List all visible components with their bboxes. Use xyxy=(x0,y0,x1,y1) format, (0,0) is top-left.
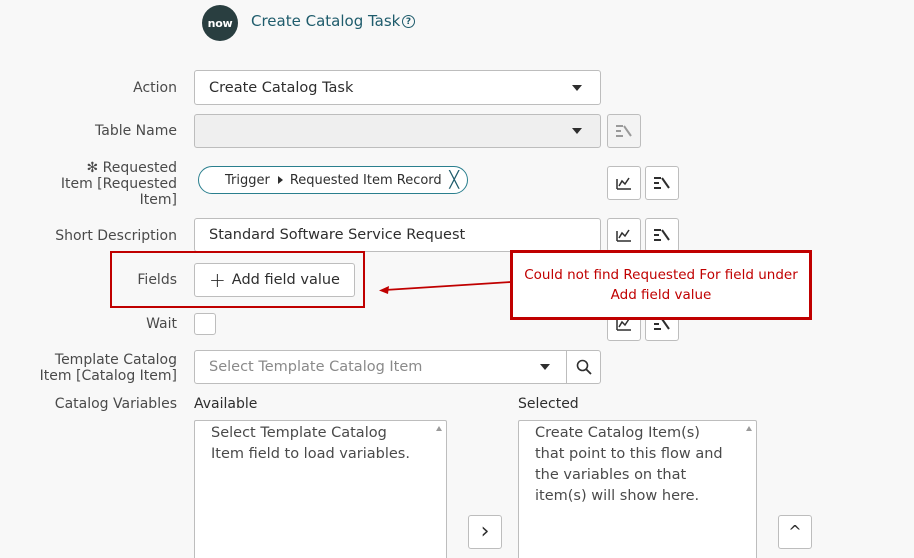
short-description-label: Short Description xyxy=(55,228,177,244)
chevron-down-icon xyxy=(572,84,582,91)
wait-label: Wait xyxy=(146,316,177,332)
chevron-down-icon xyxy=(540,364,550,370)
search-icon xyxy=(576,359,592,375)
pill-source: Trigger xyxy=(225,172,270,188)
template-catalog-item-select[interactable]: Select Template Catalog Item xyxy=(194,350,567,384)
chevron-down-icon xyxy=(572,128,582,134)
available-variables-list[interactable]: Select Template Catalog Item field to lo… xyxy=(194,420,447,558)
template-catalog-item-label: Template Catalog Item [Catalog Item] xyxy=(39,352,177,384)
script-icon xyxy=(616,177,631,190)
annotation-callout: Could not find Requested For field under… xyxy=(510,250,812,320)
plus-icon: + xyxy=(209,268,226,292)
page-title: Create Catalog Task xyxy=(251,12,401,30)
move-right-button[interactable]: › xyxy=(468,515,502,549)
table-name-label: Table Name xyxy=(95,123,177,139)
selected-label: Selected xyxy=(518,396,579,412)
available-label: Available xyxy=(194,396,258,412)
data-pill-picker-icon xyxy=(654,177,670,189)
chevron-up-icon: ^ xyxy=(788,522,802,541)
short-description-script-button[interactable] xyxy=(607,218,641,252)
fields-label: Fields xyxy=(137,272,177,288)
selected-variables-list[interactable]: Create Catalog Item(s) that point to thi… xyxy=(518,420,757,558)
table-name-picker-button[interactable] xyxy=(607,114,641,148)
action-select-value: Create Catalog Task xyxy=(209,79,354,96)
action-select[interactable]: Create Catalog Task xyxy=(194,70,601,105)
move-up-button[interactable]: ^ xyxy=(778,515,812,549)
now-logo: now xyxy=(202,5,238,41)
help-icon[interactable]: ? xyxy=(402,15,415,28)
breadcrumb-arrow-icon xyxy=(277,176,283,184)
annotation-arrow xyxy=(379,281,512,294)
pill-value: Requested Item Record xyxy=(289,172,442,188)
add-field-value-button[interactable]: + Add field value xyxy=(194,263,355,297)
action-label: Action xyxy=(133,80,177,96)
catalog-variables-label: Catalog Variables xyxy=(54,396,177,412)
scroll-up-icon[interactable] xyxy=(436,426,442,431)
script-icon xyxy=(616,229,631,242)
short-description-picker-button[interactable] xyxy=(645,218,679,252)
data-pill-picker-icon xyxy=(654,229,670,241)
requested-item-picker-button[interactable] xyxy=(645,166,679,200)
short-description-value: Standard Software Service Request xyxy=(209,227,466,243)
requested-item-label: ✻ Requested Item [Requested Item] xyxy=(60,160,177,208)
chevron-right-icon: › xyxy=(480,519,490,544)
requested-item-data-pill[interactable]: Trigger Requested Item Record ╳ xyxy=(198,166,468,194)
short-description-input[interactable]: Standard Software Service Request xyxy=(194,218,601,252)
wait-checkbox[interactable] xyxy=(194,313,216,335)
data-pill-picker-icon xyxy=(616,125,632,137)
table-name-select[interactable] xyxy=(194,114,601,148)
add-field-value-label: Add field value xyxy=(231,272,340,288)
scroll-up-icon[interactable] xyxy=(746,426,752,431)
remove-pill-icon[interactable]: ╳ xyxy=(449,171,459,189)
requested-item-script-button[interactable] xyxy=(607,166,641,200)
template-catalog-item-placeholder: Select Template Catalog Item xyxy=(209,359,423,375)
template-catalog-item-search-button[interactable] xyxy=(566,350,601,384)
